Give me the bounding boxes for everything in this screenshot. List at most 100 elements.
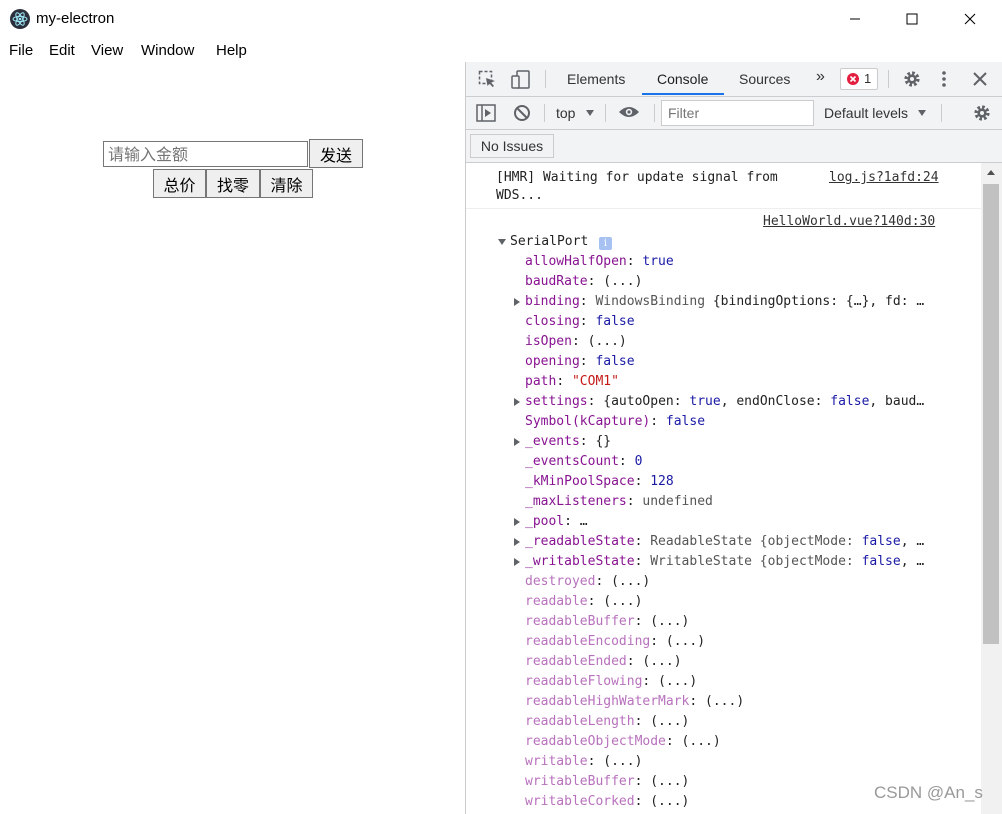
property-key: writableCorked (525, 794, 635, 809)
property-separator: : (634, 554, 651, 569)
amount-input[interactable] (103, 141, 308, 167)
property-row[interactable]: isOpen: (...) (525, 332, 627, 352)
send-button[interactable]: 发送 (309, 139, 363, 168)
property-row[interactable]: _pool: … (525, 512, 588, 532)
property-row[interactable]: writableBuffer: (...) (525, 772, 689, 792)
property-key: readableLength (525, 714, 635, 729)
property-key: settings (525, 394, 588, 409)
property-separator: : (634, 614, 651, 629)
settings-gear-icon[interactable] (902, 69, 922, 89)
log-separator (466, 208, 981, 209)
property-separator: : (579, 294, 596, 309)
property-row[interactable]: destroyed: (...) (525, 572, 650, 592)
menu-edit[interactable]: Edit (49, 42, 75, 59)
context-selector[interactable]: top (556, 105, 575, 121)
error-counter-badge[interactable]: 1 (840, 68, 878, 90)
property-row[interactable]: writable: (...) (525, 752, 642, 772)
property-row[interactable]: baudRate: (...) (525, 272, 642, 292)
expand-arrow-icon[interactable] (514, 558, 520, 566)
log-message-continued: WDS... (496, 188, 543, 203)
property-key: _writableState (525, 554, 635, 569)
clear-button[interactable]: 清除 (260, 169, 313, 198)
menu-file[interactable]: File (9, 42, 33, 59)
log-source-link[interactable]: log.js?1afd:24 (829, 168, 939, 188)
property-row[interactable]: readableObjectMode: (...) (525, 732, 721, 752)
info-icon[interactable]: i (599, 237, 612, 250)
close-window-button[interactable] (941, 0, 999, 38)
property-separator: : (587, 274, 604, 289)
live-expression-eye-icon[interactable] (618, 105, 640, 119)
minimize-icon (850, 18, 860, 20)
close-icon (964, 13, 976, 25)
device-toolbar-icon[interactable] (510, 69, 532, 91)
property-separator: : (689, 694, 706, 709)
property-row[interactable]: closing: false (525, 312, 635, 332)
maximize-button[interactable] (883, 0, 941, 38)
change-button[interactable]: 找零 (206, 169, 260, 198)
property-row[interactable]: readable: (...) (525, 592, 642, 612)
property-separator: : (634, 714, 651, 729)
expand-arrow-icon[interactable] (498, 239, 506, 245)
property-value: undefined (642, 494, 713, 509)
property-row[interactable]: Symbol(kCapture): false (525, 412, 705, 432)
property-value: (...) (658, 674, 698, 689)
property-row[interactable]: binding: WindowsBinding {bindingOptions:… (525, 292, 924, 312)
expand-arrow-icon[interactable] (514, 438, 520, 446)
scroll-up-icon[interactable] (987, 170, 995, 175)
expand-arrow-icon[interactable] (514, 518, 520, 526)
menu-help[interactable]: Help (216, 42, 247, 59)
console-settings-gear-icon[interactable] (972, 103, 992, 123)
scrollbar-thumb[interactable] (983, 184, 999, 644)
property-row[interactable]: opening: false (525, 352, 635, 372)
property-row[interactable]: readableBuffer: (...) (525, 612, 689, 632)
property-separator: : (556, 374, 572, 389)
property-value: false (665, 414, 706, 429)
property-row[interactable]: _writableState: WritableState {objectMod… (525, 552, 924, 572)
property-key: _readableState (525, 534, 635, 549)
property-key: readableEncoding (525, 634, 651, 649)
property-row[interactable]: readableEncoding: (...) (525, 632, 705, 652)
tab-elements[interactable]: Elements (567, 71, 625, 87)
property-value: … (579, 514, 588, 529)
property-row[interactable]: _events: {} (525, 432, 611, 452)
more-tabs-icon[interactable]: » (816, 68, 825, 86)
clear-console-icon[interactable] (513, 104, 531, 122)
show-sidebar-icon[interactable] (476, 104, 496, 122)
property-row[interactable]: settings: {autoOpen: true, endOnClose: f… (525, 392, 924, 412)
inspect-element-icon[interactable] (478, 70, 498, 90)
log-levels-selector[interactable]: Default levels (824, 105, 908, 121)
minimize-button[interactable] (826, 0, 884, 38)
property-row[interactable]: _maxListeners: undefined (525, 492, 713, 512)
property-row[interactable]: _eventsCount: 0 (525, 452, 642, 472)
property-value: 128 (650, 474, 674, 489)
property-key: Symbol(kCapture) (525, 414, 651, 429)
property-key: readable (525, 594, 588, 609)
tab-console[interactable]: Console (657, 71, 708, 87)
property-row[interactable]: readableFlowing: (...) (525, 672, 697, 692)
property-row[interactable]: readableHighWaterMark: (...) (525, 692, 744, 712)
property-separator: : (579, 354, 596, 369)
menu-view[interactable]: View (91, 42, 123, 59)
property-row[interactable]: readableLength: (...) (525, 712, 689, 732)
expand-arrow-icon[interactable] (514, 298, 520, 306)
more-options-icon[interactable] (941, 70, 947, 88)
console-filter-input[interactable] (661, 100, 814, 126)
tab-sources[interactable]: Sources (739, 71, 790, 87)
property-value: {} (595, 434, 612, 449)
property-key: isOpen (525, 334, 572, 349)
property-row[interactable]: _readableState: ReadableState {objectMod… (525, 532, 924, 552)
property-value: false (595, 354, 635, 369)
property-row[interactable]: path: "COM1" (525, 372, 619, 392)
total-button[interactable]: 总价 (153, 169, 206, 198)
menu-window[interactable]: Window (141, 42, 194, 59)
property-row[interactable]: writableCorked: (...) (525, 792, 689, 812)
log-source-link[interactable]: HelloWorld.vue?140d:30 (763, 212, 935, 232)
property-row[interactable]: allowHalfOpen: true (525, 252, 674, 272)
property-row[interactable]: _kMinPoolSpace: 128 (525, 472, 674, 492)
expand-arrow-icon[interactable] (514, 398, 520, 406)
property-separator: : (595, 574, 612, 589)
property-row[interactable]: readableEnded: (...) (525, 652, 682, 672)
expand-arrow-icon[interactable] (514, 538, 520, 546)
no-issues-button[interactable]: No Issues (470, 134, 554, 158)
close-devtools-icon[interactable] (973, 72, 987, 86)
